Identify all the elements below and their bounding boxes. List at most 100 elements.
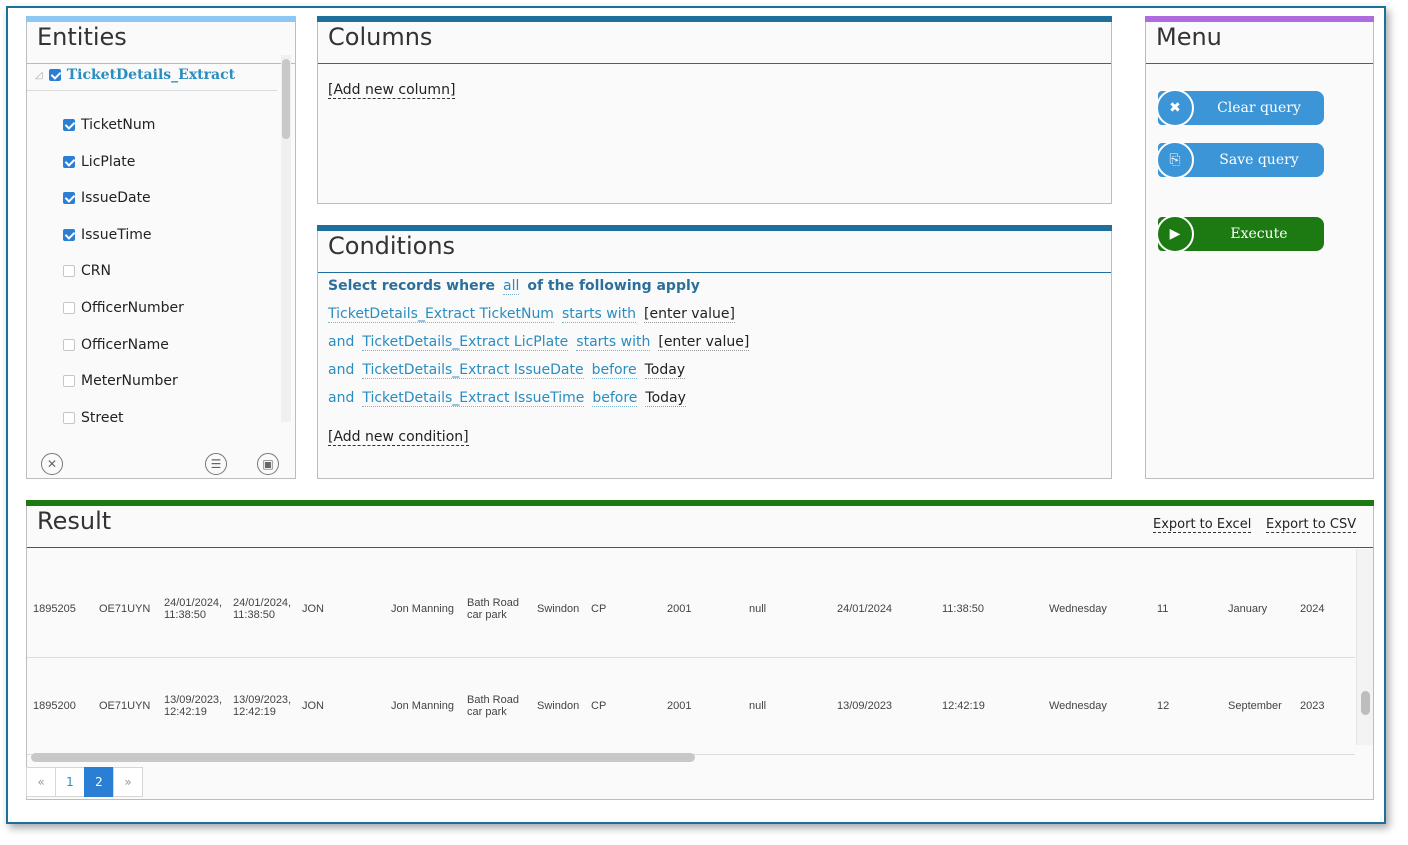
conditions-title-divider xyxy=(318,272,1111,273)
entity-root[interactable]: ◿ TicketDetails_Extract xyxy=(35,67,235,83)
table-cell: OE71UYN xyxy=(99,603,151,615)
entity-field-checkbox[interactable] xyxy=(63,155,75,168)
condition-operator-link[interactable]: starts with xyxy=(561,306,637,323)
condition-operator-link[interactable]: before xyxy=(591,362,637,379)
entity-field-item[interactable]: OfficerNumber xyxy=(63,300,184,316)
condition-value-link[interactable]: Today xyxy=(645,390,686,407)
entity-field-label: TicketNum xyxy=(81,117,156,133)
table-cell: January xyxy=(1228,603,1268,615)
result-vscroll-thumb[interactable] xyxy=(1361,691,1370,715)
pager-page-2[interactable]: 2 xyxy=(84,767,114,797)
condition-conjunction[interactable]: and xyxy=(328,390,354,407)
condition-value-link[interactable]: Today xyxy=(644,362,686,379)
execute-button[interactable]: ▶ Execute xyxy=(1156,215,1324,253)
play-icon: ▶ xyxy=(1156,215,1194,253)
add-new-condition-link[interactable]: [Add new condition] xyxy=(328,429,469,446)
condition-row: and TicketDetails_Extract IssueTime before… xyxy=(328,390,686,407)
condition-value-link[interactable]: [enter value] xyxy=(658,334,750,351)
entities-scrollbar-thumb[interactable] xyxy=(282,59,290,139)
menu-title-divider xyxy=(1146,63,1373,64)
clear-selection-icon[interactable]: ✕ xyxy=(41,453,63,475)
condition-field-link[interactable]: TicketDetails_Extract IssueDate xyxy=(362,362,584,379)
table-cell: 1895205 xyxy=(33,603,76,615)
entity-field-item[interactable]: MeterNumber xyxy=(63,373,178,389)
list-options-icon[interactable]: ☰ xyxy=(205,453,227,475)
pagination: «1 2» xyxy=(26,767,143,797)
conditions-mode-link[interactable]: all xyxy=(502,278,520,295)
condition-field-link[interactable]: TicketDetails_Extract TicketNum xyxy=(328,306,554,323)
table-cell: 13/09/2023 xyxy=(837,700,893,712)
entity-field-checkbox[interactable] xyxy=(63,119,75,131)
clear-query-button[interactable]: ✖ Clear query xyxy=(1156,89,1324,127)
entity-field-item[interactable]: LicPlate xyxy=(63,154,135,170)
conditions-header-prefix: Select records where xyxy=(328,278,495,294)
query-builder-window: Entities ◿ TicketDetails_Extract TicketN… xyxy=(6,6,1386,824)
condition-conjunction[interactable]: and xyxy=(328,362,354,379)
table-cell: Wednesday xyxy=(1049,700,1107,712)
entity-field-label: CRN xyxy=(81,263,111,280)
table-view-icon[interactable]: ▣ xyxy=(257,453,279,475)
entity-field-item[interactable]: Street xyxy=(63,410,124,426)
entity-field-item[interactable]: IssueDate xyxy=(63,190,151,206)
entity-field-item[interactable]: OfficerName xyxy=(63,337,169,353)
table-cell: 12:42:19 xyxy=(942,700,985,712)
entity-field-label: IssueTime xyxy=(81,226,152,243)
pager-prev-button[interactable]: « xyxy=(26,767,56,797)
table-cell: CP xyxy=(591,603,607,615)
result-vscroll-track[interactable] xyxy=(1356,549,1373,745)
entity-root-checkbox[interactable] xyxy=(48,69,61,81)
table-cell: null xyxy=(749,700,767,712)
conditions-header: Select records where all of the followin… xyxy=(328,278,700,295)
entity-field-checkbox[interactable] xyxy=(63,375,75,388)
menu-title: Menu xyxy=(1156,23,1222,51)
export-excel-link[interactable]: Export to Excel xyxy=(1153,517,1252,533)
condition-field-link[interactable]: TicketDetails_Extract IssueTime xyxy=(362,390,585,407)
pager-page-1[interactable]: 1 xyxy=(55,767,85,797)
add-new-column-link[interactable]: [Add new column] xyxy=(328,82,456,99)
entity-field-checkbox[interactable] xyxy=(63,228,75,241)
table-cell: 2023 xyxy=(1300,700,1325,712)
clear-query-label: Clear query xyxy=(1217,100,1301,116)
entity-field-checkbox[interactable] xyxy=(63,192,75,205)
table-row[interactable]: 1895205 OE71UYN 24/01/2024, 11:38:50 24/01/… xyxy=(27,561,1355,658)
condition-operator-link[interactable]: before xyxy=(592,390,638,407)
table-cell: Swindon xyxy=(537,700,580,712)
entity-field-item[interactable]: IssueTime xyxy=(63,227,151,243)
columns-title: Columns xyxy=(328,23,433,51)
result-hscroll-thumb[interactable] xyxy=(31,753,695,762)
menu-panel: Menu ✖ Clear query ⎘ Save query ▶ Execut… xyxy=(1145,16,1374,479)
save-document-icon: ⎘ xyxy=(1156,141,1194,179)
columns-panel: Columns [Add new column] xyxy=(317,16,1112,204)
collapse-triangle-icon[interactable]: ◿ xyxy=(35,70,43,81)
pager-next-button[interactable]: » xyxy=(113,767,143,797)
clear-x-icon: ✖ xyxy=(1156,89,1194,127)
execute-label: Execute xyxy=(1230,226,1288,242)
table-cell: 12 xyxy=(1157,700,1170,712)
condition-conjunction[interactable]: and xyxy=(328,334,354,351)
entity-field-label: IssueDate xyxy=(81,190,151,207)
condition-row: and TicketDetails_Extract LicPlate starts … xyxy=(328,334,750,351)
entity-field-checkbox[interactable] xyxy=(63,302,75,314)
export-csv-link[interactable]: Export to CSV xyxy=(1266,517,1357,533)
condition-field-link[interactable]: TicketDetails_Extract LicPlate xyxy=(362,334,569,351)
table-cell: 24/01/2024, 11:38:50 xyxy=(233,597,292,621)
table-cell: Wednesday xyxy=(1049,603,1107,615)
table-cell: Swindon xyxy=(537,603,580,615)
entity-field-checkbox[interactable] xyxy=(63,265,75,278)
save-query-label: Save query xyxy=(1219,152,1299,168)
entity-field-checkbox[interactable] xyxy=(63,338,75,351)
condition-row: and TicketDetails_Extract IssueDate before… xyxy=(328,362,686,379)
table-cell: Jon Manning xyxy=(391,700,454,712)
condition-operator-link[interactable]: starts with xyxy=(576,334,651,351)
entity-field-checkbox[interactable] xyxy=(63,411,75,424)
result-title: Result xyxy=(37,507,112,535)
save-query-button[interactable]: ⎘ Save query xyxy=(1156,141,1324,179)
columns-panel-bar xyxy=(317,16,1112,22)
entity-field-label: LicPlate xyxy=(81,153,136,170)
entity-field-item[interactable]: CRN xyxy=(63,263,111,279)
condition-value-link[interactable]: [enter value] xyxy=(644,306,735,323)
entity-field-item[interactable]: TicketNum xyxy=(63,117,155,133)
table-row[interactable]: 1895200 OE71UYN 13/09/2023, 12:42:19 13/09/… xyxy=(27,658,1355,755)
table-cell: OE71UYN xyxy=(99,700,151,712)
table-cell: 1895200 xyxy=(33,700,76,712)
